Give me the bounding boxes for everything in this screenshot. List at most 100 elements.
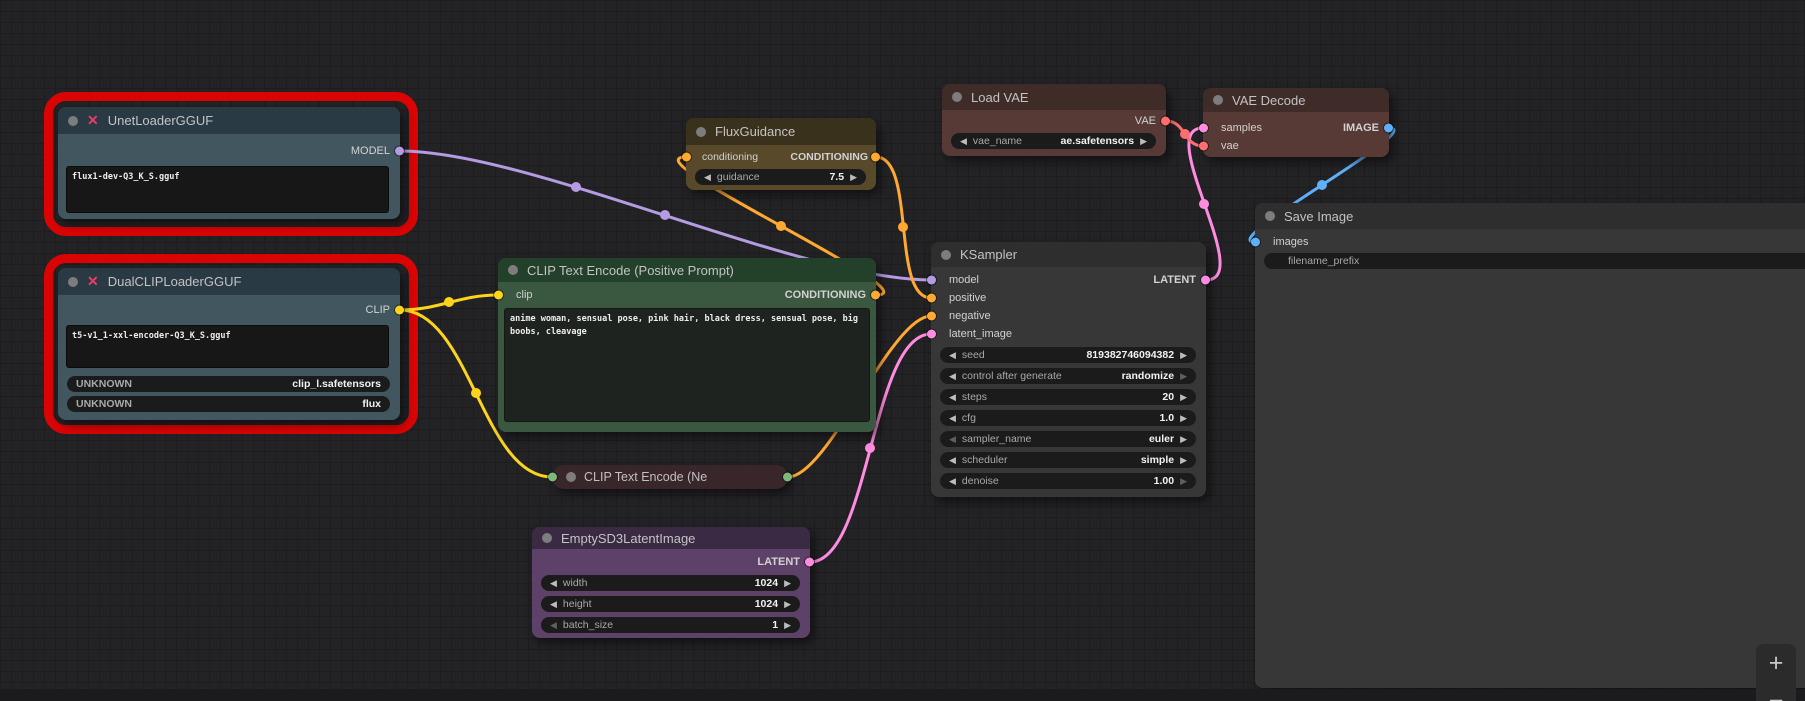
guidance-widget[interactable]: ◀ guidance 7.5 ▶ bbox=[695, 169, 866, 185]
positive-input-port[interactable] bbox=[927, 293, 936, 303]
collapse-dot-icon[interactable] bbox=[68, 115, 78, 126]
widget-value: euler bbox=[1148, 433, 1175, 445]
collapsed-output-port[interactable] bbox=[783, 472, 792, 482]
clip-positive-header[interactable]: CLIP Text Encode (Positive Prompt) bbox=[498, 258, 876, 282]
arrow-right-icon[interactable]: ▶ bbox=[1180, 413, 1187, 424]
arrow-right-icon[interactable]: ▶ bbox=[1180, 371, 1187, 382]
collapse-dot-icon[interactable] bbox=[566, 472, 576, 482]
arrow-left-icon[interactable]: ◀ bbox=[949, 434, 956, 445]
collapse-dot-icon[interactable] bbox=[1265, 211, 1275, 221]
fluxguidance-header[interactable]: FluxGuidance bbox=[686, 118, 876, 145]
vae-output-port[interactable] bbox=[1161, 116, 1170, 126]
ksampler-header[interactable]: KSampler bbox=[931, 242, 1206, 267]
zoom-in-button[interactable]: + bbox=[1756, 644, 1796, 682]
clip-type-widget[interactable]: UNKNOWN clip_l.safetensors bbox=[67, 376, 390, 392]
clip-name-widget[interactable]: t5-v1_1-xxl-encoder-Q3_K_S.gguf bbox=[66, 325, 389, 368]
arrow-right-icon[interactable]: ▶ bbox=[1180, 434, 1187, 445]
unet-name-widget[interactable]: flux1-dev-Q3_K_S.gguf bbox=[66, 166, 389, 213]
clip-type2-widget[interactable]: UNKNOWN flux bbox=[67, 396, 390, 412]
latent-output-port[interactable] bbox=[805, 557, 814, 567]
arrow-left-icon[interactable]: ◀ bbox=[704, 172, 711, 183]
vae-decode-node[interactable]: VAE Decode samples IMAGE vae bbox=[1199, 88, 1393, 157]
collapse-dot-icon[interactable] bbox=[696, 126, 706, 137]
arrow-right-icon[interactable]: ▶ bbox=[784, 620, 791, 631]
collapse-dot-icon[interactable] bbox=[941, 249, 951, 260]
collapse-dot-icon[interactable] bbox=[1213, 95, 1223, 105]
steps-widget[interactable]: ◀ steps 20 ▶ bbox=[940, 389, 1196, 405]
canvas-bottom-edge bbox=[0, 689, 1805, 701]
arrow-left-icon[interactable]: ◀ bbox=[960, 136, 967, 147]
latent-output-port[interactable] bbox=[1201, 275, 1210, 285]
dualcliploadergguf-header[interactable]: ✕ DualCLIPLoaderGGUF bbox=[58, 268, 400, 295]
arrow-right-icon[interactable]: ▶ bbox=[1180, 350, 1187, 361]
vae-decode-header[interactable]: VAE Decode bbox=[1203, 88, 1389, 112]
arrow-right-icon[interactable]: ▶ bbox=[1180, 392, 1187, 403]
save-image-node[interactable]: Save Image images filename_prefix bbox=[1251, 203, 1805, 688]
arrow-left-icon[interactable]: ◀ bbox=[949, 455, 956, 466]
clip-text-encode-positive-node[interactable]: CLIP Text Encode (Positive Prompt) clip … bbox=[494, 258, 880, 432]
image-output-port[interactable] bbox=[1384, 123, 1393, 133]
prompt-text-widget[interactable]: anime woman, sensual pose, pink hair, bl… bbox=[504, 308, 870, 422]
arrow-left-icon[interactable]: ◀ bbox=[949, 350, 956, 361]
arrow-right-icon[interactable]: ▶ bbox=[784, 578, 791, 589]
collapse-dot-icon[interactable] bbox=[952, 92, 962, 102]
arrow-right-icon[interactable]: ▶ bbox=[1140, 136, 1147, 147]
model-input-port[interactable] bbox=[927, 275, 936, 285]
arrow-left-icon[interactable]: ◀ bbox=[949, 476, 956, 487]
widget-value: 819382746094382 bbox=[1086, 349, 1175, 361]
sampler-name-widget[interactable]: ◀ sampler_name euler ▶ bbox=[940, 431, 1196, 447]
collapse-dot-icon[interactable] bbox=[68, 276, 78, 287]
node-graph-canvas[interactable]: ✕ UnetLoaderGGUF MODEL flux1-dev-Q3_K_S.… bbox=[0, 0, 1805, 701]
images-input-port[interactable] bbox=[1251, 237, 1260, 247]
arrow-right-icon[interactable]: ▶ bbox=[1180, 476, 1187, 487]
clip-output-port[interactable] bbox=[395, 305, 404, 315]
vae-input-port[interactable] bbox=[1199, 141, 1208, 151]
arrow-right-icon[interactable]: ▶ bbox=[850, 172, 857, 183]
conditioning-input-port[interactable] bbox=[682, 152, 691, 162]
load-vae-header[interactable]: Load VAE bbox=[942, 84, 1166, 110]
batch-size-widget[interactable]: ◀ batch_size 1 ▶ bbox=[541, 617, 800, 633]
unetloadergguf-header[interactable]: ✕ UnetLoaderGGUF bbox=[58, 107, 400, 134]
width-widget[interactable]: ◀ width 1024 ▶ bbox=[541, 575, 800, 591]
emptysd3latentimage-header[interactable]: EmptySD3LatentImage bbox=[532, 527, 810, 549]
scheduler-widget[interactable]: ◀ scheduler simple ▶ bbox=[940, 452, 1196, 468]
clip-input-port[interactable] bbox=[494, 290, 503, 300]
collapse-dot-icon[interactable] bbox=[542, 533, 552, 543]
ksampler-node[interactable]: KSampler model LATENT positive negative … bbox=[927, 242, 1210, 497]
conditioning-output-port[interactable] bbox=[871, 152, 880, 162]
save-image-header[interactable]: Save Image bbox=[1255, 203, 1805, 229]
zoom-out-button[interactable]: − bbox=[1756, 682, 1796, 701]
arrow-left-icon[interactable]: ◀ bbox=[550, 599, 557, 610]
negative-input-port[interactable] bbox=[927, 311, 936, 321]
node-title: FluxGuidance bbox=[715, 124, 796, 139]
conditioning-output-port[interactable] bbox=[871, 290, 880, 300]
filename-prefix-widget[interactable]: filename_prefix bbox=[1264, 253, 1805, 269]
arrow-left-icon[interactable]: ◀ bbox=[949, 392, 956, 403]
arrow-right-icon[interactable]: ▶ bbox=[1180, 455, 1187, 466]
samples-input-port[interactable] bbox=[1199, 123, 1208, 133]
node-title: CLIP Text Encode (Ne bbox=[584, 470, 708, 484]
arrow-left-icon[interactable]: ◀ bbox=[949, 371, 956, 382]
unetloadergguf-node[interactable]: ✕ UnetLoaderGGUF MODEL flux1-dev-Q3_K_S.… bbox=[58, 107, 404, 219]
collapse-dot-icon[interactable] bbox=[508, 265, 518, 275]
arrow-right-icon[interactable]: ▶ bbox=[784, 599, 791, 610]
arrow-left-icon[interactable]: ◀ bbox=[949, 413, 956, 424]
arrow-left-icon[interactable]: ◀ bbox=[550, 620, 557, 631]
denoise-widget[interactable]: ◀ denoise 1.00 ▶ bbox=[940, 473, 1196, 489]
fluxguidance-node[interactable]: FluxGuidance conditioning CONDITIONING ◀… bbox=[682, 118, 880, 190]
emptysd3latentimage-node[interactable]: EmptySD3LatentImage LATENT ◀ width 1024 … bbox=[532, 527, 814, 638]
vae-name-widget[interactable]: ◀ vae_name ae.safetensors ▶ bbox=[951, 133, 1156, 149]
arrow-left-icon[interactable]: ◀ bbox=[550, 578, 557, 589]
height-widget[interactable]: ◀ height 1024 ▶ bbox=[541, 596, 800, 612]
control-after-generate-widget[interactable]: ◀ control after generate randomize ▶ bbox=[940, 368, 1196, 384]
dualcliploadergguf-node[interactable]: ✕ DualCLIPLoaderGGUF CLIP t5-v1_1-xxl-en… bbox=[58, 268, 404, 420]
node-title: KSampler bbox=[960, 247, 1018, 262]
load-vae-node[interactable]: Load VAE VAE ◀ vae_name ae.safetensors ▶ bbox=[942, 84, 1170, 156]
cfg-widget[interactable]: ◀ cfg 1.0 ▶ bbox=[940, 410, 1196, 426]
latent-image-input-port[interactable] bbox=[927, 329, 936, 339]
seed-widget[interactable]: ◀ seed 819382746094382 ▶ bbox=[940, 347, 1196, 363]
node-title: Save Image bbox=[1284, 208, 1354, 224]
collapsed-input-port[interactable] bbox=[548, 472, 557, 482]
model-output-port[interactable] bbox=[395, 146, 404, 156]
clip-text-encode-negative-node-collapsed[interactable]: CLIP Text Encode (Ne bbox=[548, 465, 792, 489]
